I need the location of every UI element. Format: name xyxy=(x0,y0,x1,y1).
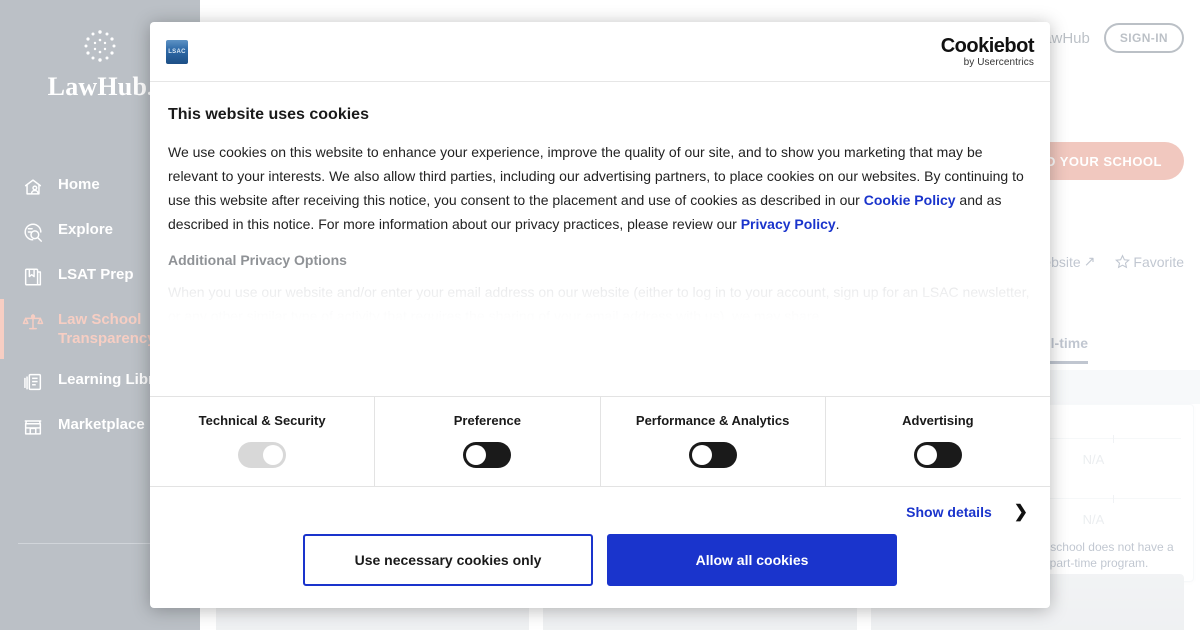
cookiebot-name: Cookiebot xyxy=(940,34,1035,57)
cookie-dialog-actions: Use necessary cookies only Allow all coo… xyxy=(150,534,1050,608)
cookie-category-toggles: Technical & Security Preference Performa… xyxy=(150,396,1050,487)
category-advertising: Advertising xyxy=(826,397,1050,486)
cookie-consent-dialog: LSAC Cookiebot by Usercentrics This webs… xyxy=(150,22,1050,608)
category-label: Performance & Analytics xyxy=(635,413,790,428)
additional-privacy-options-title: Additional Privacy Options xyxy=(168,252,347,268)
privacy-policy-link[interactable]: Privacy Policy xyxy=(741,216,836,232)
use-necessary-cookies-only-button[interactable]: Use necessary cookies only xyxy=(303,534,593,586)
cookie-dialog-body: This website uses cookies We use cookies… xyxy=(150,82,1050,396)
show-details-label: Show details xyxy=(906,503,992,520)
category-label: Technical & Security xyxy=(198,413,326,428)
additional-privacy-options-body: When you use our website and/or enter yo… xyxy=(168,284,1030,324)
toggle-advertising[interactable] xyxy=(913,442,962,468)
cookie-dialog-title: This website uses cookies xyxy=(168,106,369,123)
allow-all-cookies-button[interactable]: Allow all cookies xyxy=(607,534,897,586)
toggle-technical-and-security xyxy=(238,442,287,468)
cookie-dialog-description: We use cookies on this website to enhanc… xyxy=(168,140,1032,236)
cookiebot-logo: Cookiebot by Usercentrics xyxy=(940,34,1035,68)
category-technical-and-security: Technical & Security xyxy=(150,397,376,486)
screen: Welcome to LawHub SIGN-IN FIND YOUR SCHO… xyxy=(0,0,1200,630)
chevron-right-icon: ❯ xyxy=(1013,502,1028,521)
category-preference: Preference xyxy=(375,397,601,486)
show-details-row: Show details ❯ xyxy=(150,487,1050,534)
show-details-button[interactable]: Show details ❯ xyxy=(906,503,1028,520)
category-performance-and-analytics: Performance & Analytics xyxy=(601,397,826,486)
cookiebot-subtitle: by Usercentrics xyxy=(963,56,1034,68)
description-part-3: . xyxy=(835,216,840,232)
cookie-policy-link[interactable]: Cookie Policy xyxy=(864,192,956,208)
category-label: Preference xyxy=(453,413,521,428)
category-label: Advertising xyxy=(902,413,974,428)
lsac-logo-text: LSAC xyxy=(168,48,186,55)
lsac-logo-icon: LSAC xyxy=(166,39,188,64)
toggle-performance-and-analytics[interactable] xyxy=(688,442,737,468)
cookie-dialog-header: LSAC Cookiebot by Usercentrics xyxy=(150,22,1050,82)
toggle-preference[interactable] xyxy=(463,442,512,468)
